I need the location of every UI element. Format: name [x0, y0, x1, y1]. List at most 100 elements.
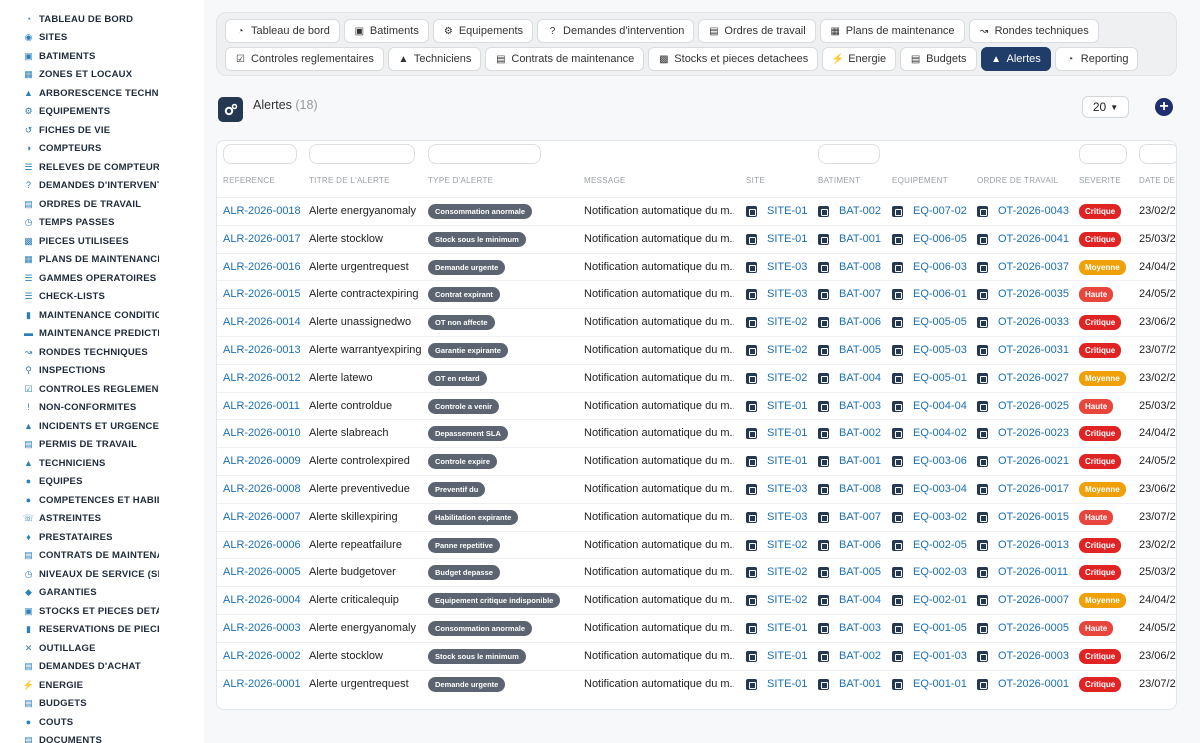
site-link[interactable]: SITE-03 — [767, 511, 807, 523]
equipment-link[interactable]: EQ-004-02 — [913, 427, 967, 439]
sidebar-item[interactable]: ▬ MAINTENANCE PREDICTI — [0, 325, 204, 344]
work-order-link[interactable]: OT-2026-0037 — [998, 261, 1069, 273]
site-link[interactable]: SITE-01 — [767, 233, 807, 245]
sidebar-item[interactable]: ● COMPETENCES ET HABIL — [0, 491, 204, 510]
reference-link[interactable]: ALR-2026-0009 — [223, 455, 301, 467]
reference-link[interactable]: ALR-2026-0006 — [223, 539, 301, 551]
sidebar-item[interactable]: ▩ PIECES UTILISEES — [0, 232, 204, 251]
work-order-link[interactable]: OT-2026-0021 — [998, 455, 1069, 467]
building-link[interactable]: BAT-008 — [839, 261, 881, 273]
building-link[interactable]: BAT-003 — [839, 400, 881, 412]
sidebar-item[interactable]: ◆ GARANTIES — [0, 584, 204, 603]
site-link[interactable]: SITE-03 — [767, 261, 807, 273]
reference-link[interactable]: ALR-2026-0003 — [223, 622, 301, 634]
nav-button[interactable]: ▩ Stocks et pieces detachees — [648, 47, 819, 71]
sidebar-item[interactable]: ↝ RONDES TECHNIQUES — [0, 343, 204, 362]
table-row[interactable]: ALR-2026-0016 Alerte urgentrequest Demande… — [217, 252, 1176, 281]
column-filter-input[interactable] — [818, 144, 880, 164]
work-order-link[interactable]: OT-2026-0033 — [998, 316, 1069, 328]
sidebar-item[interactable]: ▤ BUDGETS — [0, 695, 204, 714]
sidebar-item[interactable]: ↺ FICHES DE VIE — [0, 121, 204, 140]
site-link[interactable]: SITE-01 — [767, 455, 807, 467]
sidebar-item[interactable]: ▮ MAINTENANCE CONDITIO — [0, 306, 204, 325]
site-link[interactable]: SITE-02 — [767, 372, 807, 384]
reference-link[interactable]: ALR-2026-0015 — [223, 288, 301, 300]
table-row[interactable]: ALR-2026-0011 Alerte controldue Controle a… — [217, 391, 1176, 420]
building-link[interactable]: BAT-003 — [839, 622, 881, 634]
sidebar-item[interactable]: ⚡ ENERGIE — [0, 676, 204, 695]
column-header[interactable]: EQUIPEMENT — [892, 176, 948, 185]
reference-link[interactable]: ALR-2026-0013 — [223, 344, 301, 356]
work-order-link[interactable]: OT-2026-0027 — [998, 372, 1069, 384]
equipment-link[interactable]: EQ-003-02 — [913, 511, 967, 523]
sidebar-item[interactable]: ▤ PERMIS DE TRAVAIL — [0, 436, 204, 455]
sidebar-item[interactable]: ▲ ARBORESCENCE TECHNI — [0, 84, 204, 103]
column-header[interactable]: REFERENCE — [223, 176, 275, 185]
nav-button[interactable]: ▤ Contrats de maintenance — [485, 47, 645, 71]
equipment-link[interactable]: EQ-005-05 — [913, 316, 967, 328]
nav-button[interactable]: ▲ Techniciens — [387, 47, 482, 71]
sidebar-item[interactable]: ▮ RESERVATIONS DE PIECE — [0, 621, 204, 640]
building-link[interactable]: BAT-001 — [839, 233, 881, 245]
work-order-link[interactable]: OT-2026-0013 — [998, 539, 1069, 551]
reference-link[interactable]: ALR-2026-0017 — [223, 233, 301, 245]
site-link[interactable]: SITE-01 — [767, 427, 807, 439]
equipment-link[interactable]: EQ-001-01 — [913, 678, 967, 690]
nav-button[interactable]: ? Demandes d'intervention — [537, 19, 695, 43]
work-order-link[interactable]: OT-2026-0025 — [998, 400, 1069, 412]
site-link[interactable]: SITE-03 — [767, 483, 807, 495]
column-header[interactable]: TITRE DE L'ALERTE — [309, 176, 390, 185]
reference-link[interactable]: ALR-2026-0005 — [223, 566, 301, 578]
equipment-link[interactable]: EQ-006-01 — [913, 288, 967, 300]
column-filter-input[interactable] — [309, 144, 415, 164]
table-row[interactable]: ALR-2026-0002 Alerte stocklow Stock sous l… — [217, 641, 1176, 670]
sidebar-item[interactable]: ☑ CONTROLES REGLEMENT — [0, 380, 204, 399]
building-link[interactable]: BAT-004 — [839, 372, 881, 384]
nav-button[interactable]: ◔ Tableau de bord — [225, 19, 340, 43]
equipment-link[interactable]: EQ-003-06 — [913, 455, 967, 467]
site-link[interactable]: SITE-02 — [767, 566, 807, 578]
building-link[interactable]: BAT-007 — [839, 511, 881, 523]
site-link[interactable]: SITE-03 — [767, 288, 807, 300]
sidebar-item[interactable]: ☰ CHECK-LISTS — [0, 288, 204, 307]
table-row[interactable]: ALR-2026-0005 Alerte budgetover Budget dep… — [217, 558, 1176, 586]
table-row[interactable]: ALR-2026-0014 Alerte unassignedwo OT non a… — [217, 308, 1176, 336]
site-link[interactable]: SITE-02 — [767, 539, 807, 551]
work-order-link[interactable]: OT-2026-0017 — [998, 483, 1069, 495]
reference-link[interactable]: ALR-2026-0012 — [223, 372, 301, 384]
equipment-link[interactable]: EQ-006-05 — [913, 233, 967, 245]
table-row[interactable]: ALR-2026-0012 Alerte latewo OT en retard No… — [217, 363, 1176, 392]
site-link[interactable]: SITE-02 — [767, 594, 807, 606]
column-header[interactable]: ORDRE DE TRAVAIL — [977, 176, 1058, 185]
sidebar-item[interactable]: ! NON-CONFORMITES — [0, 399, 204, 418]
equipment-link[interactable]: EQ-006-03 — [913, 261, 967, 273]
equipment-link[interactable]: EQ-003-04 — [913, 483, 967, 495]
column-header[interactable]: MESSAGE — [584, 176, 626, 185]
work-order-link[interactable]: OT-2026-0003 — [998, 650, 1069, 662]
site-link[interactable]: SITE-01 — [767, 622, 807, 634]
column-header[interactable]: DATE DE — [1139, 176, 1175, 185]
table-row[interactable]: ALR-2026-0010 Alerte slabreach Depassement… — [217, 419, 1176, 447]
sidebar-item[interactable]: ▲ INCIDENTS ET URGENCES — [0, 417, 204, 436]
table-row[interactable]: ALR-2026-0008 Alerte preventivedue Prevent… — [217, 475, 1176, 503]
table-row[interactable]: ALR-2026-0006 Alerte repeatfailure Panne r… — [217, 530, 1176, 559]
nav-button[interactable]: ☑ Controles reglementaires — [225, 47, 384, 71]
building-link[interactable]: BAT-007 — [839, 288, 881, 300]
nav-button[interactable]: ⚡ Energie — [822, 47, 897, 71]
building-link[interactable]: BAT-004 — [839, 594, 881, 606]
site-link[interactable]: SITE-01 — [767, 400, 807, 412]
work-order-link[interactable]: OT-2026-0001 — [998, 678, 1069, 690]
reference-link[interactable]: ALR-2026-0014 — [223, 316, 301, 328]
site-link[interactable]: SITE-01 — [767, 205, 807, 217]
site-link[interactable]: SITE-01 — [767, 650, 807, 662]
sidebar-item[interactable]: ◷ NIVEAUX DE SERVICE (SL — [0, 565, 204, 584]
sidebar-item[interactable]: ☰ RELEVES DE COMPTEURS — [0, 158, 204, 177]
column-header[interactable]: BATIMENT — [818, 176, 860, 185]
work-order-link[interactable]: OT-2026-0015 — [998, 511, 1069, 523]
equipment-link[interactable]: EQ-005-01 — [913, 372, 967, 384]
nav-button[interactable]: ◔ Reporting — [1054, 47, 1139, 71]
equipment-link[interactable]: EQ-001-03 — [913, 650, 967, 662]
sidebar-item[interactable]: ▲ TECHNICIENS — [0, 454, 204, 473]
site-link[interactable]: SITE-02 — [767, 344, 807, 356]
sidebar-item[interactable]: ⚲ INSPECTIONS — [0, 362, 204, 381]
